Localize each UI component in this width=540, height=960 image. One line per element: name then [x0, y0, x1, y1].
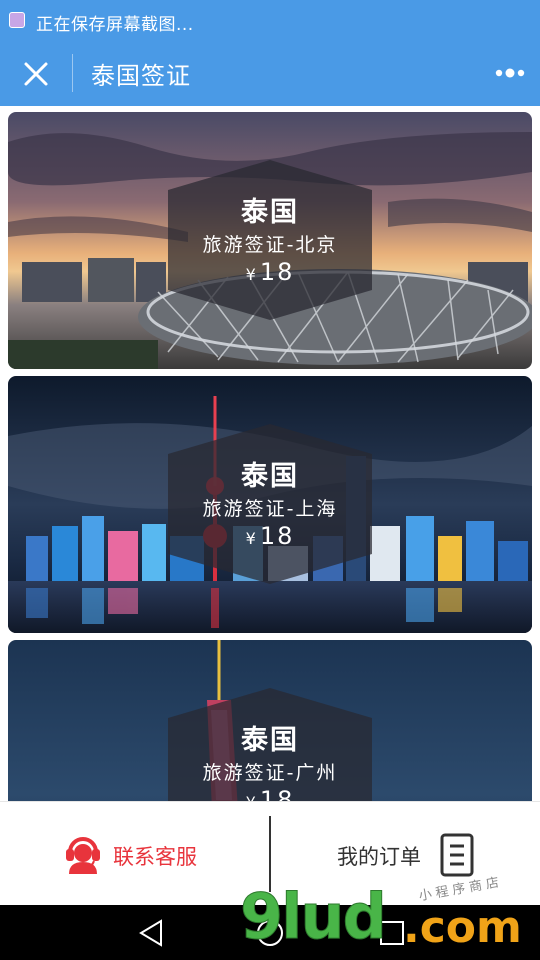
more-button[interactable] [490, 56, 530, 90]
nav-bar: 泰国签证 [0, 40, 540, 106]
home-button[interactable] [254, 917, 286, 949]
card-info: 泰国 旅游签证-北京 ¥18 [168, 160, 372, 320]
card-price: ¥18 [168, 522, 372, 550]
visa-card-beijing[interactable]: 泰国 旅游签证-北京 ¥18 [8, 112, 532, 369]
close-icon [24, 62, 48, 86]
android-nav-bar [0, 905, 540, 960]
card-visa-type: 旅游签证-上海 [202, 498, 338, 520]
card-price: ¥18 [168, 258, 372, 286]
my-orders-button[interactable]: 我的订单 [271, 802, 540, 906]
recents-button[interactable] [376, 917, 408, 949]
currency-symbol: ¥ [245, 265, 258, 284]
card-visa-type: 旅游签证-广州 [202, 762, 338, 784]
price-value: 18 [259, 258, 295, 286]
status-text: 正在保存屏幕截图... [36, 15, 194, 35]
page-title: 泰国签证 [91, 62, 191, 90]
card-info: 泰国 旅游签证-上海 ¥18 [168, 424, 372, 584]
customer-service-button[interactable]: 联系客服 [0, 802, 269, 906]
screenshot-icon [9, 12, 25, 28]
card-visa-type: 旅游签证-北京 [202, 234, 338, 256]
order-list-icon [440, 833, 474, 877]
price-value: 18 [259, 786, 295, 801]
currency-symbol: ¥ [245, 529, 258, 548]
nav-divider [72, 54, 73, 92]
visa-card-shanghai[interactable]: 泰国 旅游签证-上海 ¥18 [8, 376, 532, 633]
back-button[interactable] [135, 917, 167, 949]
price-value: 18 [259, 522, 295, 550]
card-info: 泰国 旅游签证-广州 ¥18 [168, 688, 372, 801]
card-price: ¥18 [168, 786, 372, 801]
currency-symbol: ¥ [246, 793, 258, 801]
card-country: 泰国 [241, 197, 299, 228]
back-icon [139, 919, 162, 947]
visa-list: 泰国 旅游签证-北京 ¥18 泰国 旅游签证-上海 ¥18 泰国 旅游签证-广州… [0, 106, 540, 801]
headset-icon [66, 837, 100, 874]
customer-service-label: 联系客服 [113, 845, 197, 869]
card-country: 泰国 [241, 461, 299, 492]
recents-icon [380, 921, 404, 945]
my-orders-label: 我的订单 [337, 845, 421, 869]
visa-card-guangzhou[interactable]: 泰国 旅游签证-广州 ¥18 [8, 640, 532, 801]
card-country: 泰国 [241, 725, 299, 756]
home-icon [257, 920, 283, 946]
more-icon [495, 68, 525, 78]
close-button[interactable] [18, 56, 54, 92]
status-bar: 正在保存屏幕截图... [0, 0, 540, 40]
bottom-action-bar: 联系客服 我的订单 [0, 801, 540, 906]
